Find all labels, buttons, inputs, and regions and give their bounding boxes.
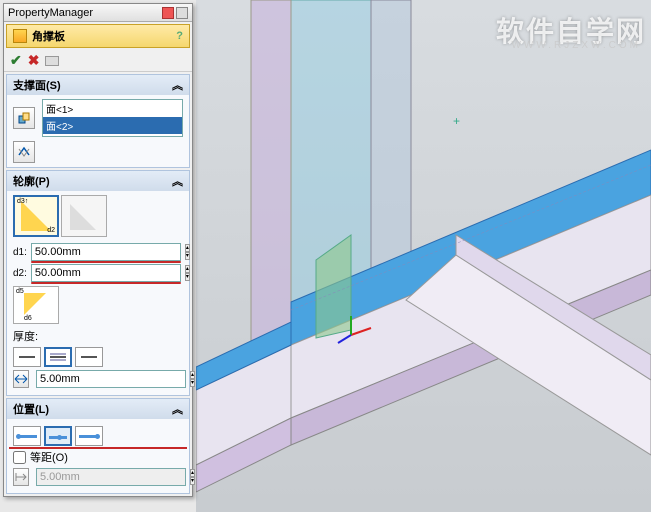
thickness-icon (13, 370, 29, 388)
profile-title: 轮廓(P) (13, 173, 50, 189)
panel-header: PropertyManager (4, 4, 192, 22)
chevron-up-icon: ︽ (172, 173, 183, 189)
offset-input (36, 468, 186, 486)
panel-title: PropertyManager (8, 7, 93, 19)
d2-label: d2: (13, 268, 27, 279)
header-icon-split[interactable] (162, 7, 174, 19)
help-button[interactable]: ? (176, 30, 183, 42)
profile-type-options: d3↑ d2 (13, 195, 183, 237)
section-header-support[interactable]: 支撑面(S) ︽ (7, 75, 189, 95)
offset-spinner: ▴▾ (190, 469, 195, 485)
location-options (13, 426, 183, 446)
profile-triangular[interactable]: d3↑ d2 (13, 195, 59, 237)
section-support-faces: 支撑面(S) ︽ 面<1> 面<2> (6, 74, 190, 168)
property-manager-panel: PropertyManager 角撑板 ? ✔ ✖ 支撑面(S) ︽ 面<1> … (3, 3, 193, 497)
support-title: 支撑面(S) (13, 77, 61, 93)
thickness-row: ▴▾ (13, 370, 183, 388)
offset-icon (13, 468, 29, 486)
ok-button[interactable]: ✔ (10, 52, 22, 69)
feature-title-bar: 角撑板 ? (6, 24, 190, 48)
flip-direction-icon[interactable] (13, 141, 35, 163)
thickness-side-options (13, 347, 183, 367)
thickness-input[interactable] (36, 370, 186, 388)
feature-name: 角撑板 (32, 28, 65, 44)
location-start[interactable] (13, 426, 41, 446)
pin-button[interactable] (45, 56, 59, 66)
chevron-up-icon: ︽ (172, 77, 183, 93)
face-row-selected[interactable]: 面<2> (43, 117, 182, 134)
section-header-location[interactable]: 位置(L) ︽ (7, 399, 189, 419)
thickness-label: 厚度: (13, 328, 183, 344)
chamfer-option[interactable]: d5 d6 (13, 286, 59, 324)
face-row[interactable]: 面<1> (43, 100, 182, 117)
location-mid[interactable] (44, 426, 72, 446)
chevron-up-icon: ︽ (172, 401, 183, 417)
svg-text:+: + (453, 114, 460, 128)
offset-row: ▴▾ (13, 468, 183, 486)
d2-row: d2: ▴▾ (13, 264, 183, 282)
equal-offset-checkbox[interactable] (13, 451, 26, 464)
d1-input[interactable] (31, 243, 181, 261)
action-row: ✔ ✖ (4, 50, 192, 72)
thickness-both[interactable] (44, 347, 72, 367)
equal-offset-row: 等距(O) (13, 449, 183, 465)
cancel-button[interactable]: ✖ (28, 52, 40, 69)
thickness-side1[interactable] (13, 347, 41, 367)
3d-viewport[interactable]: + (196, 0, 651, 512)
equal-offset-label: 等距(O) (30, 449, 68, 465)
face-select-icon[interactable] (13, 107, 35, 129)
d1-label: d1: (13, 247, 27, 258)
thickness-side2[interactable] (75, 347, 103, 367)
thickness-spinner[interactable]: ▴▾ (190, 371, 195, 387)
d2-input[interactable] (31, 264, 181, 282)
section-location: 位置(L) ︽ 等距(O) ▴▾ (6, 398, 190, 494)
location-title: 位置(L) (13, 401, 49, 417)
d1-spinner[interactable]: ▴▾ (185, 244, 190, 260)
d2-spinner[interactable]: ▴▾ (185, 265, 190, 281)
face-list[interactable]: 面<1> 面<2> (42, 99, 183, 137)
section-profile: 轮廓(P) ︽ d3↑ d2 d1: ▴▾ (6, 170, 190, 396)
section-header-profile[interactable]: 轮廓(P) ︽ (7, 171, 189, 191)
location-end[interactable] (75, 426, 103, 446)
d1-row: d1: ▴▾ (13, 243, 183, 261)
header-icon-expand[interactable] (176, 7, 188, 19)
profile-polygonal[interactable] (61, 195, 107, 237)
gusset-icon (13, 29, 27, 43)
